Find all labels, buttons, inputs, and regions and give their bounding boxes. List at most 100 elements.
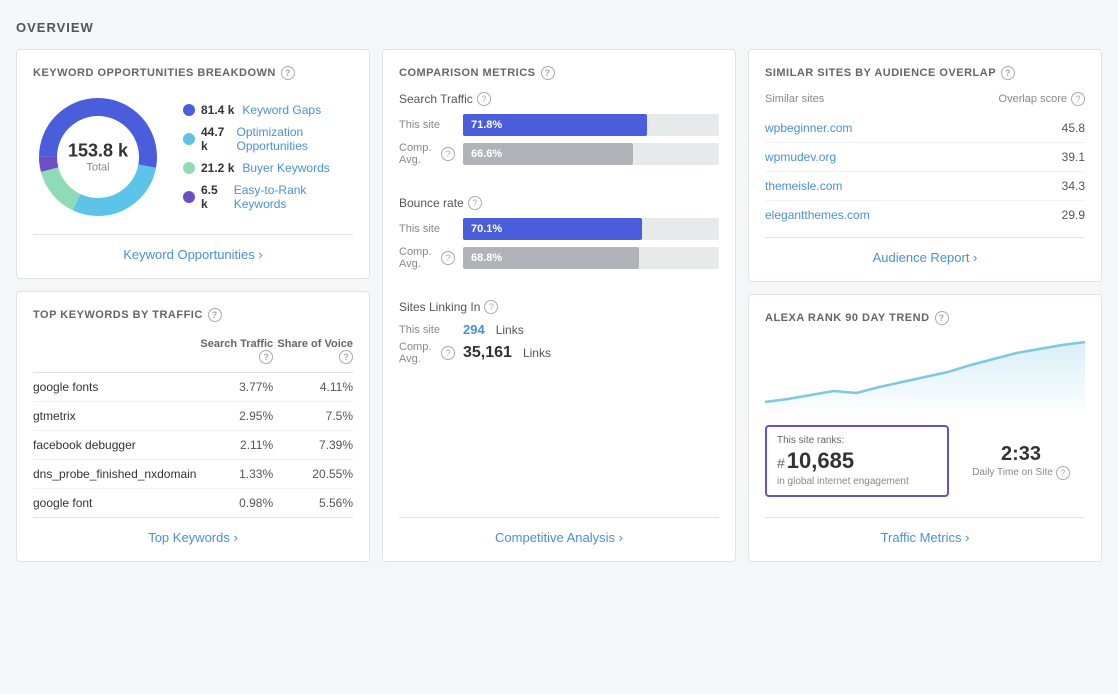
similar-site-cell: wpmudev.org bbox=[765, 143, 940, 172]
similar-sites-card: SIMILAR SITES BY AUDIENCE OVERLAP ? Simi… bbox=[748, 49, 1102, 282]
keyword-cell: dns_probe_finished_nxdomain bbox=[33, 460, 196, 489]
page-title: OVERVIEW bbox=[16, 20, 1102, 35]
alexa-title: ALEXA RANK 90 DAY TREND ? bbox=[765, 311, 1085, 325]
optimization-link[interactable]: Optimization Opportunities bbox=[237, 125, 354, 153]
search-traffic-comp-row: Comp. Avg. ? 66.6% bbox=[399, 142, 719, 166]
legend-dot-2 bbox=[183, 133, 195, 145]
bounce-rate-label: Bounce rate ? bbox=[399, 196, 719, 210]
keyword-cell: google fonts bbox=[33, 373, 196, 402]
keywords-table: Search Traffic ? Share of Voice ? goo bbox=[33, 334, 353, 517]
alexa-time-box: 2:33 Daily Time on Site ? bbox=[957, 425, 1085, 497]
main-grid: KEYWORD OPPORTUNITIES BREAKDOWN ? bbox=[16, 49, 1102, 562]
similar-sites-help-icon[interactable]: ? bbox=[1001, 66, 1015, 80]
top-keywords-link[interactable]: Top Keywords › bbox=[148, 530, 238, 545]
search-traffic-label: Search Traffic ? bbox=[399, 92, 719, 106]
voice-cell: 20.55% bbox=[273, 460, 353, 489]
bounce-comp-bar-wrap: 68.8% bbox=[463, 247, 719, 269]
search-traffic-comp-bar: 66.6% bbox=[463, 143, 633, 165]
similar-sites-table: Similar sites Overlap score ? wpbeginner… bbox=[765, 92, 1085, 229]
search-traffic-this-bar-wrap: 71.8% bbox=[463, 114, 719, 136]
keyword-opportunities-link[interactable]: Keyword Opportunities › bbox=[123, 247, 262, 262]
buyer-keywords-link[interactable]: Buyer Keywords bbox=[242, 161, 329, 175]
search-traffic-this-bar: 71.8% bbox=[463, 114, 647, 136]
table-row: gtmetrix 2.95% 7.5% bbox=[33, 402, 353, 431]
voice-cell: 7.5% bbox=[273, 402, 353, 431]
trend-fill bbox=[765, 342, 1085, 417]
keyword-gaps-link[interactable]: Keyword Gaps bbox=[242, 103, 321, 117]
traffic-cell: 3.77% bbox=[196, 373, 273, 402]
table-row: google fonts 3.77% 4.11% bbox=[33, 373, 353, 402]
search-traffic-metric-help[interactable]: ? bbox=[477, 92, 491, 106]
keyword-breakdown-footer: Keyword Opportunities › bbox=[33, 234, 353, 262]
keyword-cell: gtmetrix bbox=[33, 402, 196, 431]
comparison-metrics-footer: Competitive Analysis › bbox=[399, 517, 719, 545]
alexa-card: ALEXA RANK 90 DAY TREND ? bbox=[748, 294, 1102, 562]
top-keywords-card: TOP KEYWORDS BY TRAFFIC ? Search Traffic… bbox=[16, 291, 370, 562]
top-keywords-help-icon[interactable]: ? bbox=[208, 308, 222, 322]
comp-avg-help-1[interactable]: ? bbox=[441, 147, 455, 161]
list-item: themeisle.com 34.3 bbox=[765, 172, 1085, 201]
bounce-this-bar-wrap: 70.1% bbox=[463, 218, 719, 240]
share-voice-help-icon[interactable]: ? bbox=[339, 350, 353, 364]
overview-page: OVERVIEW KEYWORD OPPORTUNITIES BREAKDOWN… bbox=[0, 0, 1118, 582]
voice-cell: 5.56% bbox=[273, 489, 353, 518]
overlap-score-help[interactable]: ? bbox=[1071, 92, 1085, 106]
sites-linking-help[interactable]: ? bbox=[484, 300, 498, 314]
competitive-analysis-link[interactable]: Competitive Analysis › bbox=[495, 530, 623, 545]
traffic-cell: 1.33% bbox=[196, 460, 273, 489]
similar-site-cell: wpbeginner.com bbox=[765, 114, 940, 143]
col-keyword bbox=[33, 334, 196, 373]
search-traffic-help-icon[interactable]: ? bbox=[259, 350, 273, 364]
legend-item-4: 6.5 k Easy-to-Rank Keywords bbox=[183, 183, 353, 211]
comp-avg-help-2[interactable]: ? bbox=[441, 251, 455, 265]
overlap-score-cell: 29.9 bbox=[940, 201, 1085, 230]
top-keywords-body: Search Traffic ? Share of Voice ? goo bbox=[33, 334, 353, 517]
voice-cell: 4.11% bbox=[273, 373, 353, 402]
easy-rank-link[interactable]: Easy-to-Rank Keywords bbox=[234, 183, 353, 211]
legend-item-3: 21.2 k Buyer Keywords bbox=[183, 161, 353, 175]
audience-report-link[interactable]: Audience Report › bbox=[873, 250, 978, 265]
legend-dot-3 bbox=[183, 162, 195, 174]
keyword-breakdown-help-icon[interactable]: ? bbox=[281, 66, 295, 80]
bounce-rate-section: Bounce rate ? This site 70.1% Comp. Avg.… bbox=[399, 196, 719, 276]
alexa-time-label: Daily Time on Site ? bbox=[972, 466, 1070, 480]
sites-linking-label: Sites Linking In ? bbox=[399, 300, 719, 314]
traffic-metrics-link[interactable]: Traffic Metrics › bbox=[881, 530, 970, 545]
comparison-metrics-card: COMPARISON METRICS ? Search Traffic ? Th… bbox=[382, 49, 736, 562]
legend: 81.4 k Keyword Gaps 44.7 k Optimization … bbox=[183, 103, 353, 211]
search-traffic-this-row: This site 71.8% bbox=[399, 114, 719, 136]
comp-avg-help-3[interactable]: ? bbox=[441, 346, 455, 360]
alexa-help-icon[interactable]: ? bbox=[935, 311, 949, 325]
sites-linking-comp-row: Comp. Avg. ? 35,161 Links bbox=[399, 341, 719, 365]
legend-item-2: 44.7 k Optimization Opportunities bbox=[183, 125, 353, 153]
overlap-score-cell: 39.1 bbox=[940, 143, 1085, 172]
similar-sites-footer: Audience Report › bbox=[765, 237, 1085, 265]
donut-center: 153.8 k Total bbox=[68, 141, 128, 174]
keyword-breakdown-card: KEYWORD OPPORTUNITIES BREAKDOWN ? bbox=[16, 49, 370, 279]
similar-sites-title: SIMILAR SITES BY AUDIENCE OVERLAP ? bbox=[765, 66, 1085, 80]
keyword-cell: facebook debugger bbox=[33, 431, 196, 460]
table-row: facebook debugger 2.11% 7.39% bbox=[33, 431, 353, 460]
comparison-metrics-help-icon[interactable]: ? bbox=[541, 66, 555, 80]
donut-section: 153.8 k Total 81.4 k Keyword Gaps 44.7 k bbox=[33, 92, 353, 234]
overlap-score-cell: 34.3 bbox=[940, 172, 1085, 201]
col-3: SIMILAR SITES BY AUDIENCE OVERLAP ? Simi… bbox=[748, 49, 1102, 562]
list-item: wpbeginner.com 45.8 bbox=[765, 114, 1085, 143]
bounce-rate-help[interactable]: ? bbox=[468, 196, 482, 210]
list-item: wpmudev.org 39.1 bbox=[765, 143, 1085, 172]
traffic-cell: 2.95% bbox=[196, 402, 273, 431]
similar-col-site: Similar sites bbox=[765, 92, 940, 114]
list-item: elegantthemes.com 29.9 bbox=[765, 201, 1085, 230]
table-row: google font 0.98% 5.56% bbox=[33, 489, 353, 518]
daily-time-help[interactable]: ? bbox=[1056, 466, 1070, 480]
keyword-breakdown-title: KEYWORD OPPORTUNITIES BREAKDOWN ? bbox=[33, 66, 353, 80]
sites-linking-section: Sites Linking In ? This site 294 Links C… bbox=[399, 300, 719, 369]
bounce-this-bar: 70.1% bbox=[463, 218, 642, 240]
search-traffic-comp-bar-wrap: 66.6% bbox=[463, 143, 719, 165]
similar-site-cell: elegantthemes.com bbox=[765, 201, 940, 230]
top-keywords-title: TOP KEYWORDS BY TRAFFIC ? bbox=[33, 308, 353, 322]
donut-chart: 153.8 k Total bbox=[33, 92, 163, 222]
similar-site-cell: themeisle.com bbox=[765, 172, 940, 201]
keyword-cell: google font bbox=[33, 489, 196, 518]
bounce-comp-row: Comp. Avg. ? 68.8% bbox=[399, 246, 719, 270]
